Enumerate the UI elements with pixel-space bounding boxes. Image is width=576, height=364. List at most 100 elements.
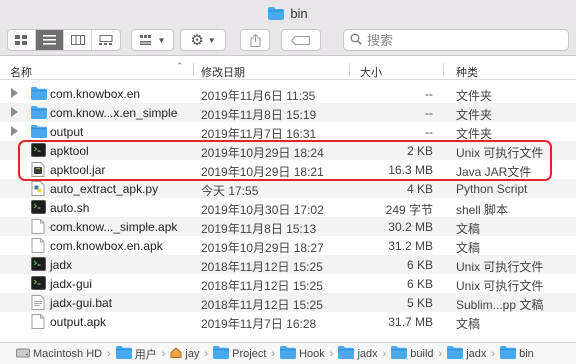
path-item[interactable]: Project xyxy=(213,345,266,362)
column-divider[interactable] xyxy=(349,63,350,76)
file-row[interactable]: jadx-gui.bat 2018年11月12日 15:25 5 KB Sublim.… xyxy=(0,293,576,312)
disclosure-triangle-icon[interactable] xyxy=(11,88,18,98)
file-row[interactable]: jadx 2018年11月12日 15:25 6 KB Unix 可执行文件 xyxy=(0,255,576,274)
folder-icon xyxy=(213,345,230,362)
column-divider[interactable] xyxy=(193,63,194,76)
toolbar: ▼ ⚙ ▼ xyxy=(0,26,576,56)
column-header: 名称 ⌃ 修改日期 大小 种类 xyxy=(0,60,576,80)
terminal-icon xyxy=(31,143,47,158)
column-size-header[interactable]: 大小 xyxy=(360,64,382,80)
file-size: 6 KB xyxy=(406,277,433,291)
file-kind: 文件夹 xyxy=(456,108,493,122)
file-size: 30.2 MB xyxy=(388,220,433,234)
folder-icon xyxy=(338,345,355,362)
list-view-button[interactable] xyxy=(36,30,64,50)
document-icon xyxy=(31,219,47,234)
path-item[interactable]: Macintosh HD xyxy=(16,347,102,361)
path-separator-icon: › xyxy=(161,347,166,360)
file-date: 2019年11月7日 16:28 xyxy=(201,317,317,331)
file-row[interactable]: apktool.jar 2019年10月29日 18:21 16.3 MB Java … xyxy=(0,160,576,179)
column-name-header[interactable]: 名称 xyxy=(10,64,32,80)
path-separator-icon: › xyxy=(107,347,111,360)
file-date: 2019年10月29日 18:27 xyxy=(201,241,324,255)
path-item[interactable]: bin xyxy=(500,345,534,362)
icon-view-button[interactable] xyxy=(8,30,36,50)
path-item-label: Project xyxy=(232,347,267,360)
column-view-button[interactable] xyxy=(64,30,92,50)
file-size: 6 KB xyxy=(406,258,433,272)
file-row[interactable]: auto.sh 2019年10月30日 17:02 249 字节 shell 脚本 xyxy=(0,198,576,217)
gallery-view-icon xyxy=(99,35,113,45)
path-item-label: jadx xyxy=(466,347,487,360)
sort-chevron-icon: ⌃ xyxy=(176,61,184,71)
file-kind: Python Script xyxy=(456,182,528,196)
file-name: jadx xyxy=(50,258,73,272)
path-item[interactable]: jay xyxy=(170,346,200,361)
file-row[interactable]: output 2019年11月7日 16:31 -- 文件夹 xyxy=(0,122,576,141)
column-divider[interactable] xyxy=(443,63,444,76)
file-kind: shell 脚本 xyxy=(456,203,509,217)
file-name: apktool xyxy=(50,144,89,158)
file-row[interactable]: jadx-gui 2018年11月12日 15:25 6 KB Unix 可执行文件 xyxy=(0,274,576,293)
path-item[interactable]: jadx xyxy=(338,345,378,362)
path-item[interactable]: 用户 xyxy=(115,345,157,362)
search-input[interactable] xyxy=(367,32,547,48)
file-size: 31.7 MB xyxy=(388,315,433,329)
folder-icon xyxy=(447,345,464,362)
path-item-label: Macintosh HD xyxy=(33,347,103,360)
search-field[interactable] xyxy=(343,29,569,51)
file-row[interactable]: auto_extract_apk.py 今天 17:55 4 KB Python Sc… xyxy=(0,179,576,198)
file-size: 4 KB xyxy=(406,182,433,196)
path-separator-icon: › xyxy=(438,347,443,360)
text-file-icon xyxy=(31,295,47,310)
terminal-icon xyxy=(31,276,47,291)
folder-icon xyxy=(115,345,132,362)
file-row[interactable]: apktool 2019年10月29日 18:24 2 KB Unix 可执行文件 xyxy=(0,141,576,160)
path-item-label: bin xyxy=(519,347,534,360)
file-date: 2019年10月29日 18:21 xyxy=(201,165,324,179)
path-item[interactable]: jadx xyxy=(447,345,486,362)
file-row[interactable]: com.knowbox.en 2019年11月6日 11:35 -- 文件夹 xyxy=(0,84,576,103)
path-separator-icon: › xyxy=(204,347,209,360)
file-name: com.know...x.en_simple xyxy=(50,106,178,120)
column-date-header[interactable]: 修改日期 xyxy=(201,64,245,80)
file-date: 2018年11月12日 15:25 xyxy=(201,279,323,293)
path-item-label: jay xyxy=(185,347,200,360)
gallery-view-button[interactable] xyxy=(92,30,120,50)
file-row[interactable]: com.knowbox.en.apk 2019年10月29日 18:27 31.2 … xyxy=(0,236,576,255)
file-kind: 文稿 xyxy=(456,222,481,236)
file-kind: Unix 可执行文件 xyxy=(456,146,544,160)
disclosure-triangle-icon[interactable] xyxy=(11,126,18,136)
file-kind: Unix 可执行文件 xyxy=(456,279,544,293)
path-item-label: build xyxy=(410,347,434,360)
folder-icon xyxy=(268,6,285,20)
search-icon xyxy=(350,33,362,47)
file-name: apktool.jar xyxy=(50,163,106,177)
path-bar: Macintosh HD › 用户 › jay › Project › Hook › jadx › bu… xyxy=(0,342,576,364)
path-item[interactable]: build xyxy=(391,345,434,362)
icon-view-icon xyxy=(15,35,27,45)
path-separator-icon: › xyxy=(271,347,276,360)
folder-icon xyxy=(500,345,517,362)
file-kind: 文稿 xyxy=(456,317,481,331)
folder-icon xyxy=(31,86,47,101)
file-list: com.knowbox.en 2019年11月6日 11:35 -- 文件夹 com.k… xyxy=(0,84,576,331)
file-row[interactable]: com.know..._simple.apk 2019年11月8日 15:13 30… xyxy=(0,217,576,236)
file-kind: Java JAR文件 xyxy=(456,165,532,179)
file-date: 2019年11月7日 16:31 xyxy=(201,127,317,141)
disclosure-triangle-icon[interactable] xyxy=(11,107,18,117)
group-by-button[interactable]: ▼ xyxy=(131,29,174,51)
file-date: 2019年10月30日 17:02 xyxy=(201,203,324,217)
document-icon xyxy=(31,314,47,329)
home-icon xyxy=(170,346,182,361)
column-kind-header[interactable]: 种类 xyxy=(456,64,478,80)
share-button[interactable] xyxy=(240,29,270,51)
file-date: 2018年11月12日 15:25 xyxy=(201,298,323,312)
chevron-down-icon: ▼ xyxy=(207,35,216,45)
file-row[interactable]: output.apk 2019年11月7日 16:28 31.7 MB 文稿 xyxy=(0,312,576,331)
file-kind: 文件夹 xyxy=(456,89,493,103)
file-row[interactable]: com.know...x.en_simple 2019年11月8日 15:19 --… xyxy=(0,103,576,122)
edit-tags-button[interactable] xyxy=(281,29,321,51)
action-button[interactable]: ⚙ ▼ xyxy=(180,29,226,51)
path-item[interactable]: Hook xyxy=(280,345,325,362)
